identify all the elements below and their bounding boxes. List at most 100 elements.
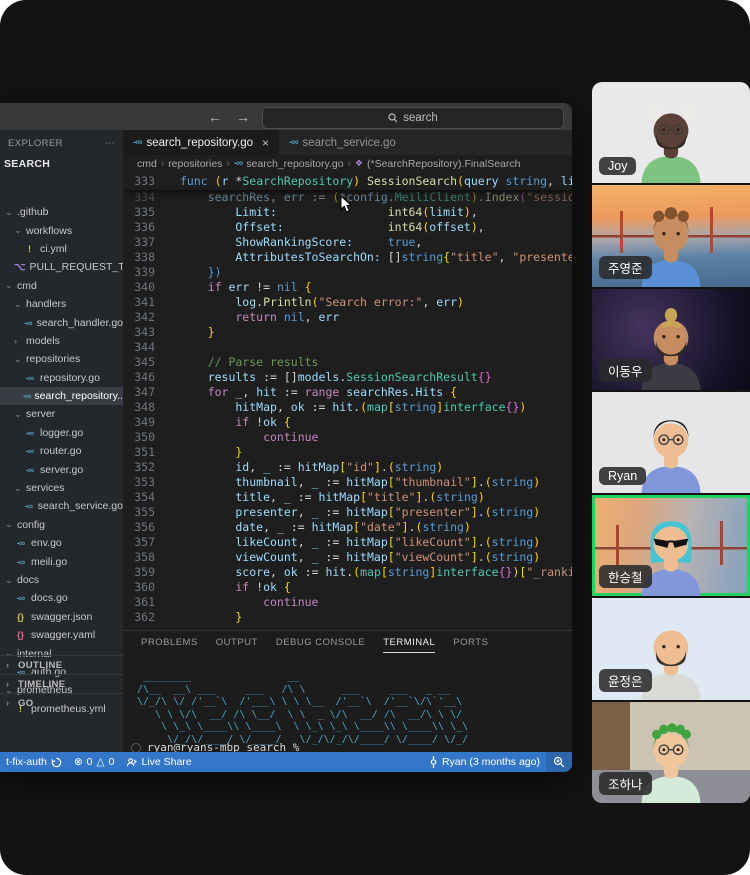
tree-item-server.go[interactable]: -∞ server.go <box>0 460 123 478</box>
code-line: 333 func (r *SearchRepository) SessionSea… <box>123 172 572 190</box>
code-line: 351 } <box>123 445 572 460</box>
yaml-file-icon: {} <box>16 630 24 641</box>
participant-tile-조하나[interactable]: 조하나 <box>592 701 750 803</box>
tree-item-label: workflows <box>26 224 73 237</box>
close-icon[interactable]: × <box>262 136 269 150</box>
tree-item-server[interactable]: ⌄ server <box>0 405 123 423</box>
tab-label: search_repository.go <box>146 136 254 149</box>
tab-search_repository.go[interactable]: -∞ search_repository.go × <box>123 130 280 155</box>
statusbar-problems[interactable]: ⊗ 0 △ 0 <box>68 752 121 772</box>
tree-item-label: docs <box>17 574 40 586</box>
sidebar-section-go[interactable]: › GO <box>0 693 123 712</box>
tree-item-docs[interactable]: ⌄ docs <box>0 571 123 589</box>
code-editor[interactable]: 333 func (r *SearchRepository) SessionSea… <box>123 172 572 630</box>
participant-name: 이동우 <box>599 358 652 382</box>
breadcrumb-item[interactable]: search_repository.go <box>246 158 343 170</box>
participant-name: Joy <box>599 157 637 176</box>
panel-tab-debug-console[interactable]: DEBUG CONSOLE <box>276 637 365 653</box>
nav-forward-icon[interactable]: → <box>236 109 250 125</box>
tree-item-swagger.yaml[interactable]: {} swagger.yaml <box>0 626 123 644</box>
tree-item-logger.go[interactable]: -∞ logger.go <box>0 424 123 442</box>
nav-back-icon[interactable]: ← <box>208 109 222 125</box>
chevron-down-icon: ⌄ <box>14 482 22 493</box>
line-number: 347 <box>134 385 155 399</box>
tree-item-search_service.go[interactable]: -∞ search_service.go <box>0 497 123 515</box>
participant-name: 윤정은 <box>599 668 652 692</box>
tree-item-env.go[interactable]: -∞ env.go <box>0 534 123 552</box>
pr-file-icon: ⌥ <box>14 261 26 273</box>
vscode-titlebar: ← → search <box>0 103 572 130</box>
breadcrumb[interactable]: cmd › repositories › -∞ search_repository.go ›… <box>123 155 572 172</box>
tab-search_service.go[interactable]: -∞ search_service.go <box>279 130 406 155</box>
tree-item-label: PULL_REQUEST_T... <box>29 261 123 274</box>
participant-name: 조하나 <box>599 771 652 795</box>
code-line: 339 }) <box>123 265 572 280</box>
code-line: 357 likeCount, _ := hitMap["likeCount"].… <box>123 535 572 550</box>
tree-item-search_repository...[interactable]: -∞ search_repository... <box>0 386 123 406</box>
sidebar-section-outline[interactable]: › OUTLINE <box>0 655 123 674</box>
tree-item-.github[interactable]: ⌄ .github <box>0 203 123 221</box>
tree-item-handlers[interactable]: ⌄ handlers <box>0 295 123 313</box>
breadcrumb-item[interactable]: repositories <box>168 158 222 170</box>
code-line: 359 score, ok := hit.(map[string]interfa… <box>123 565 572 580</box>
line-number: 354 <box>134 490 155 504</box>
participant-tile-Ryan[interactable]: Ryan <box>592 391 750 494</box>
code-line: 361 continue <box>123 595 572 610</box>
chevron-down-icon: ⌄ <box>14 225 22 236</box>
code-line: 337 ShowRankingScore: true, <box>123 235 572 250</box>
line-number: 337 <box>134 235 155 249</box>
section-label: OUTLINE <box>18 659 63 671</box>
participant-tile-주영준[interactable]: 주영준 <box>592 185 750 287</box>
terminal-ascii-art: ________ __ /\__ __\ ___ ___ /\ \ ___ __… <box>137 671 469 745</box>
tree-item-PULL_REQUEST_T...[interactable]: ⌥ PULL_REQUEST_T... <box>0 258 123 276</box>
tree-item-config[interactable]: ⌄ config <box>0 516 123 534</box>
line-number: 350 <box>134 430 155 444</box>
line-number: 340 <box>134 280 155 294</box>
branch-name: t-fix-auth <box>6 756 47 768</box>
workspace-section-title[interactable]: SEARCH <box>0 149 123 170</box>
panel-tab-terminal[interactable]: TERMINAL <box>383 637 436 653</box>
tree-item-router.go[interactable]: -∞ router.go <box>0 442 123 460</box>
panel-tab-ports[interactable]: PORTS <box>453 637 488 653</box>
panel-tab-problems[interactable]: PROBLEMS <box>141 637 198 653</box>
tree-item-search_handler.go[interactable]: -∞ search_handler.go <box>0 313 123 331</box>
tree-item-meili.go[interactable]: -∞ meili.go <box>0 552 123 570</box>
tree-item-cmd[interactable]: ⌄ cmd <box>0 277 123 295</box>
statusbar-branch[interactable]: t-fix-auth <box>0 752 68 772</box>
tree-item-models[interactable]: › models <box>0 332 123 350</box>
tree-item-label: search_handler.go <box>36 316 123 329</box>
tree-item-workflows[interactable]: ⌄ workflows <box>0 221 123 239</box>
panel-tab-output[interactable]: OUTPUT <box>216 637 258 653</box>
tree-item-docs.go[interactable]: -∞ docs.go <box>0 589 123 607</box>
statusbar-scm-info[interactable]: Ryan (3 months ago) <box>423 752 546 772</box>
participant-tile-이동우[interactable]: 이동우 <box>592 288 750 390</box>
line-number: 353 <box>134 475 155 489</box>
tree-item-services[interactable]: ⌄ services <box>0 479 123 497</box>
command-search-input[interactable]: search <box>262 106 564 129</box>
code-line: 338 AttributesToSearchOn: []string{"titl… <box>123 250 572 265</box>
panel-tabs: PROBLEMS OUTPUT DEBUG CONSOLE TERMINAL PORTS <box>123 631 572 653</box>
sidebar-section-timeline[interactable]: › TIMELINE <box>0 674 123 693</box>
line-number: 333 <box>134 174 155 188</box>
explorer-tree: ⌄ .github ⌄ workflows! ci.yml ⌥ PULL_REQUEST_T… <box>0 203 123 718</box>
participant-tile-윤정은[interactable]: 윤정은 <box>592 598 750 700</box>
symbol-method-icon: ❖ <box>354 158 363 168</box>
search-icon <box>388 112 398 122</box>
tree-item-repository.go[interactable]: -∞ repository.go <box>0 369 123 387</box>
breadcrumb-item[interactable]: cmd <box>137 158 157 170</box>
line-number: 349 <box>134 415 155 429</box>
statusbar: t-fix-auth ⊗ 0 △ 0 Live Share Ryan (3 mo… <box>0 752 572 772</box>
statusbar-live-share[interactable]: Live Share <box>120 752 197 772</box>
tree-item-repositories[interactable]: ⌄ repositories <box>0 350 123 368</box>
participant-tile-한승철[interactable]: 한승철 <box>592 495 750 597</box>
mouse-cursor <box>340 196 353 213</box>
tab-label: search_service.go <box>302 136 396 149</box>
tree-item-label: handlers <box>26 298 67 311</box>
breadcrumb-item[interactable]: (*SearchRepository).FinalSearch <box>367 158 520 170</box>
tree-item-swagger.json[interactable]: {} swagger.json <box>0 608 123 626</box>
go-file-icon: -∞ <box>133 137 143 148</box>
statusbar-zoom-button[interactable] <box>546 752 572 772</box>
tree-item-ci.yml[interactable]: ! ci.yml <box>0 240 123 258</box>
participant-tile-Joy[interactable]: Joy <box>592 82 750 184</box>
explorer-menu-icon[interactable]: ⋯ <box>105 138 115 149</box>
